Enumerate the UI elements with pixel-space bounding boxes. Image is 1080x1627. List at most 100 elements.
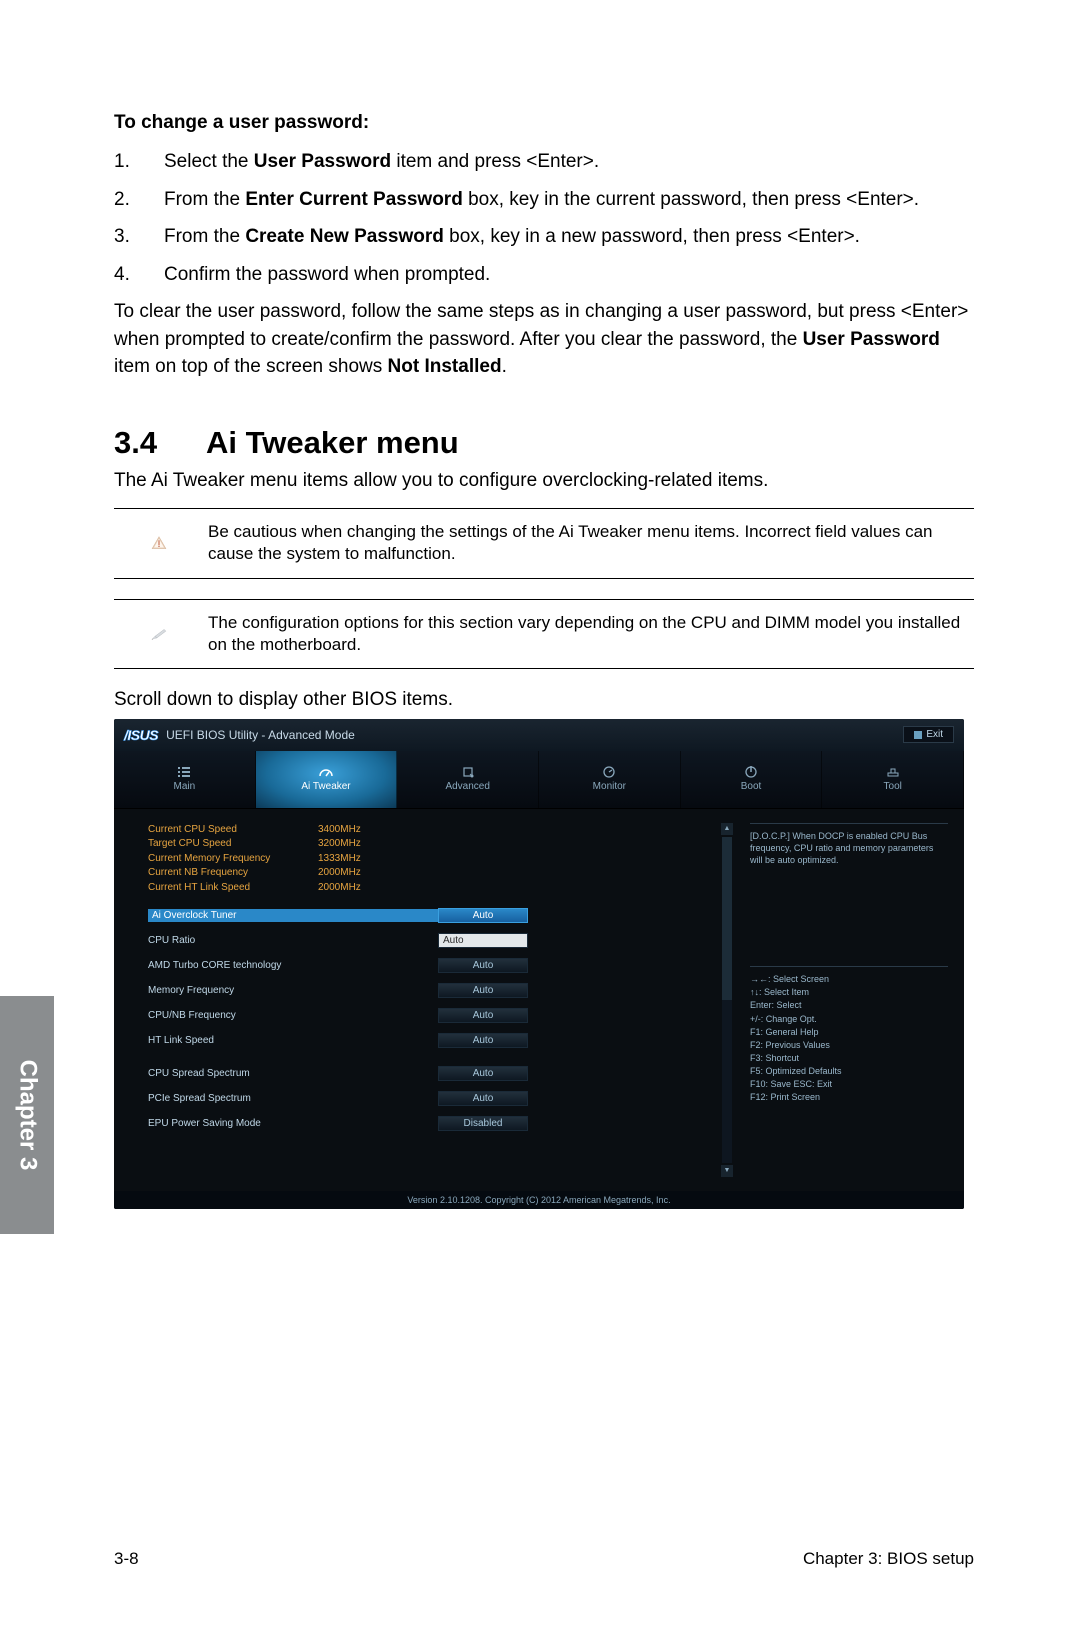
bios-title-bar: /ISUS UEFI BIOS Utility - Advanced Mode … (114, 719, 964, 751)
opt-value[interactable]: Auto (438, 983, 528, 998)
step-number: 2. (114, 186, 164, 214)
scroll-thumb[interactable] (722, 837, 732, 1000)
opt-label: AMD Turbo CORE technology (148, 960, 438, 971)
chapter-tab: Chapter 3 (0, 996, 54, 1234)
opt-cpu-nb-freq[interactable]: CPU/NB Frequency Auto (148, 1005, 702, 1026)
opt-label: Ai Overclock Tuner (148, 909, 438, 922)
opt-pcie-spread[interactable]: PCIe Spread Spectrum Auto (148, 1088, 702, 1109)
step-number: 1. (114, 148, 164, 176)
tab-monitor[interactable]: Monitor (539, 751, 681, 808)
step-4: 4. Confirm the password when prompted. (114, 261, 974, 289)
help-keys: →←: Select Screen ↑↓: Select Item Enter:… (750, 973, 948, 1103)
intro-paragraph: The Ai Tweaker menu items allow you to c… (114, 467, 974, 495)
scroll-track[interactable] (722, 837, 732, 1163)
info-text: The configuration options for this secti… (204, 600, 974, 668)
tool-icon (884, 766, 902, 778)
section-title: Ai Tweaker menu (206, 425, 459, 461)
opt-value[interactable]: Auto (438, 1091, 528, 1106)
list-icon (175, 766, 193, 778)
stat-label: Current HT Link Speed (148, 881, 318, 896)
opt-label: PCIe Spread Spectrum (148, 1093, 438, 1104)
tab-main[interactable]: Main (114, 751, 256, 808)
gauge-icon (317, 766, 335, 778)
opt-value[interactable]: Disabled (438, 1116, 528, 1131)
step-text: From the Create New Password box, key in… (164, 223, 974, 251)
scroll-instruction: Scroll down to display other BIOS items. (114, 689, 974, 711)
tab-label: Tool (884, 781, 902, 792)
tab-label: Ai Tweaker (301, 781, 350, 792)
stat-value: 1333MHz (318, 852, 361, 867)
opt-value[interactable]: Auto (438, 1008, 528, 1023)
opt-ai-overclock-tuner[interactable]: Ai Overclock Tuner Auto (148, 905, 702, 926)
opt-value[interactable]: Auto (438, 958, 528, 973)
scrollbar[interactable]: ▲ ▼ (720, 809, 734, 1191)
exit-icon (914, 731, 922, 739)
page-number: 3-8 (114, 1549, 139, 1569)
opt-ht-link[interactable]: HT Link Speed Auto (148, 1030, 702, 1051)
monitor-icon (600, 766, 618, 778)
help-description: [D.O.C.P.] When DOCP is enabled CPU Bus … (750, 830, 948, 866)
opt-value[interactable]: Auto (438, 1066, 528, 1081)
bios-screenshot: /ISUS UEFI BIOS Utility - Advanced Mode … (114, 719, 964, 1209)
step-1: 1. Select the User Password item and pre… (114, 148, 974, 176)
info-note: The configuration options for this secti… (114, 599, 974, 669)
bios-title: UEFI BIOS Utility - Advanced Mode (166, 728, 355, 742)
power-icon (742, 766, 760, 778)
stat-value: 3200MHz (318, 837, 361, 852)
step-text: Confirm the password when prompted. (164, 261, 974, 289)
asus-logo: /ISUS (124, 727, 158, 743)
tab-boot[interactable]: Boot (681, 751, 823, 808)
chip-icon (459, 766, 477, 778)
step-number: 4. (114, 261, 164, 289)
section-number: 3.4 (114, 425, 206, 461)
stats-block: Current CPU Speed3400MHz Target CPU Spee… (148, 823, 702, 896)
opt-label: EPU Power Saving Mode (148, 1118, 438, 1129)
pen-icon (151, 626, 167, 642)
stat-label: Current CPU Speed (148, 823, 318, 838)
tab-advanced[interactable]: Advanced (397, 751, 539, 808)
step-3: 3. From the Create New Password box, key… (114, 223, 974, 251)
opt-label: CPU/NB Frequency (148, 1010, 438, 1021)
tab-label: Monitor (593, 781, 626, 792)
caution-icon (151, 535, 167, 551)
tab-ai-tweaker[interactable]: Ai Tweaker (256, 751, 398, 808)
opt-memory-freq[interactable]: Memory Frequency Auto (148, 980, 702, 1001)
steps-list: 1. Select the User Password item and pre… (114, 148, 974, 288)
clear-password-paragraph: To clear the user password, follow the s… (114, 298, 974, 381)
tab-label: Advanced (445, 781, 489, 792)
caution-text: Be cautious when changing the settings o… (204, 509, 974, 577)
bios-tabs: Main Ai Tweaker Advanced Monitor Boot (114, 751, 964, 809)
step-number: 3. (114, 223, 164, 251)
opt-value[interactable]: Auto (438, 1033, 528, 1048)
bios-footer: Version 2.10.1208. Copyright (C) 2012 Am… (114, 1191, 964, 1209)
opt-amd-turbo[interactable]: AMD Turbo CORE technology Auto (148, 955, 702, 976)
opt-cpu-ratio[interactable]: CPU Ratio Auto (148, 930, 702, 951)
bios-help-panel: [D.O.C.P.] When DOCP is enabled CPU Bus … (734, 809, 964, 1191)
scroll-up-icon[interactable]: ▲ (721, 823, 733, 835)
opt-label: CPU Spread Spectrum (148, 1068, 438, 1079)
tab-label: Main (173, 781, 195, 792)
exit-button[interactable]: Exit (903, 726, 954, 743)
section-heading: 3.4 Ai Tweaker menu (114, 425, 974, 461)
opt-label: CPU Ratio (148, 935, 438, 946)
caution-note: Be cautious when changing the settings o… (114, 508, 974, 578)
bios-main-panel: Current CPU Speed3400MHz Target CPU Spee… (114, 809, 720, 1191)
stat-label: Current Memory Frequency (148, 852, 318, 867)
tab-label: Boot (741, 781, 762, 792)
scroll-down-icon[interactable]: ▼ (721, 1165, 733, 1177)
chapter-title: Chapter 3: BIOS setup (803, 1549, 974, 1569)
exit-label: Exit (926, 729, 943, 740)
opt-value[interactable]: Auto (438, 933, 528, 948)
heading-change-password: To change a user password: (114, 112, 974, 134)
opt-cpu-spread[interactable]: CPU Spread Spectrum Auto (148, 1063, 702, 1084)
opt-epu-power[interactable]: EPU Power Saving Mode Disabled (148, 1113, 702, 1134)
stat-value: 2000MHz (318, 881, 361, 896)
stat-label: Current NB Frequency (148, 866, 318, 881)
step-2: 2. From the Enter Current Password box, … (114, 186, 974, 214)
stat-label: Target CPU Speed (148, 837, 318, 852)
opt-value[interactable]: Auto (438, 908, 528, 923)
stat-value: 3400MHz (318, 823, 361, 838)
step-text: Select the User Password item and press … (164, 148, 974, 176)
step-text: From the Enter Current Password box, key… (164, 186, 974, 214)
tab-tool[interactable]: Tool (822, 751, 964, 808)
